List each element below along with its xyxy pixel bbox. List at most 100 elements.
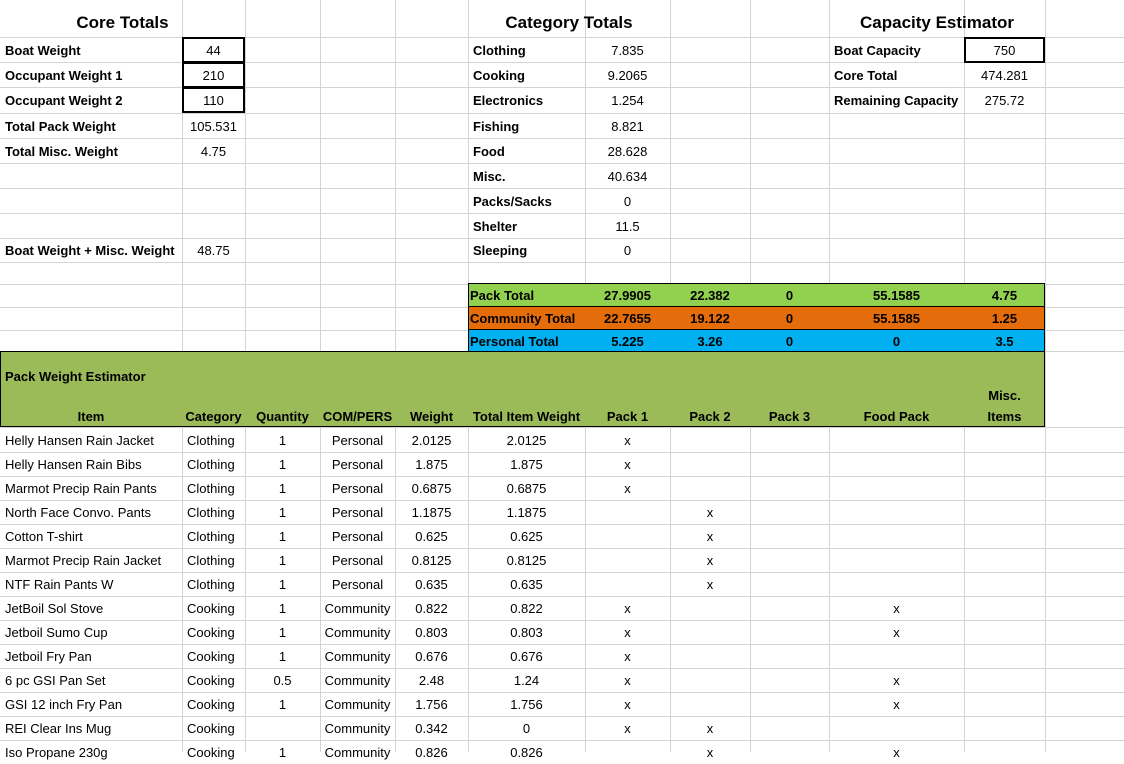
core-total-misc-weight-value[interactable]: 4.75 [182, 139, 245, 164]
capacity-core-total-value[interactable]: 474.281 [964, 63, 1045, 88]
cell-p3[interactable] [750, 620, 829, 644]
cell-qty[interactable]: 1 [245, 692, 320, 716]
cell-food[interactable] [829, 476, 964, 500]
cell-weight[interactable]: 2.48 [395, 668, 468, 692]
cell-misc[interactable] [964, 596, 1045, 620]
cell-food[interactable]: x [829, 668, 964, 692]
cell-qty[interactable]: 1 [245, 524, 320, 548]
cell-total[interactable]: 1.24 [468, 668, 585, 692]
cell-item[interactable]: Helly Hansen Rain Jacket [0, 428, 187, 452]
cell-category[interactable]: Cooking [182, 668, 250, 692]
cell-food[interactable] [829, 644, 964, 668]
cell-misc[interactable] [964, 716, 1045, 740]
cell-qty[interactable]: 1 [245, 572, 320, 596]
cell-qty[interactable]: 1 [245, 476, 320, 500]
cell-compers[interactable]: Personal [320, 572, 395, 596]
cell-food[interactable] [829, 428, 964, 452]
category-packs-sacks-value[interactable]: 0 [585, 189, 670, 214]
cell-misc[interactable] [964, 524, 1045, 548]
cell-total[interactable]: 1.875 [468, 452, 585, 476]
cell-misc[interactable] [964, 428, 1045, 452]
cell-total[interactable]: 0 [468, 716, 585, 740]
cell-misc[interactable] [964, 476, 1045, 500]
cell-p1[interactable]: x [585, 428, 670, 452]
cell-total[interactable]: 0.6875 [468, 476, 585, 500]
column-header[interactable]: Pack 2 [670, 406, 750, 426]
column-header[interactable]: Weight [395, 406, 468, 426]
cell-misc[interactable] [964, 572, 1045, 596]
cell-p2[interactable] [670, 644, 750, 668]
cell-p2[interactable] [670, 596, 750, 620]
cell-food[interactable] [829, 548, 964, 572]
cell-qty[interactable]: 1 [245, 644, 320, 668]
cell-item[interactable]: JetBoil Sol Stove [0, 596, 187, 620]
cell-category[interactable]: Clothing [182, 572, 250, 596]
cell-weight[interactable]: 0.8125 [395, 548, 468, 572]
cell-weight[interactable]: 0.625 [395, 524, 468, 548]
cell-p2[interactable] [670, 668, 750, 692]
cell-p1[interactable]: x [585, 620, 670, 644]
cell-category[interactable]: Cooking [182, 740, 250, 764]
cell-total[interactable]: 1.756 [468, 692, 585, 716]
cell-weight[interactable]: 1.756 [395, 692, 468, 716]
cell-p2[interactable] [670, 452, 750, 476]
cell-item[interactable]: NTF Rain Pants W [0, 572, 187, 596]
cell-compers[interactable]: Community [320, 596, 395, 620]
category-cooking-value[interactable]: 9.2065 [585, 63, 670, 88]
cell-misc[interactable] [964, 620, 1045, 644]
cell-weight[interactable]: 0.342 [395, 716, 468, 740]
cell-weight[interactable]: 0.635 [395, 572, 468, 596]
cell-category[interactable]: Cooking [182, 716, 250, 740]
cell-food[interactable] [829, 500, 964, 524]
cell-p1[interactable] [585, 740, 670, 764]
cell-weight[interactable]: 1.875 [395, 452, 468, 476]
category-food-value[interactable]: 28.628 [585, 139, 670, 164]
cell-total[interactable]: 0.803 [468, 620, 585, 644]
cell-p3[interactable] [750, 692, 829, 716]
cell-p1[interactable]: x [585, 692, 670, 716]
cell-total[interactable]: 2.0125 [468, 428, 585, 452]
category-sleeping-value[interactable]: 0 [585, 238, 670, 263]
cell-item[interactable]: Cotton T-shirt [0, 524, 187, 548]
cell-p2[interactable]: x [670, 572, 750, 596]
cell-compers[interactable]: Personal [320, 500, 395, 524]
cell-item[interactable]: Jetboil Fry Pan [0, 644, 187, 668]
cell-compers[interactable]: Community [320, 692, 395, 716]
cell-total[interactable]: 0.826 [468, 740, 585, 764]
cell-compers[interactable]: Personal [320, 476, 395, 500]
category-misc-value[interactable]: 40.634 [585, 164, 670, 189]
core-total-pack-weight-value[interactable]: 105.531 [182, 114, 245, 139]
cell-p1[interactable] [585, 548, 670, 572]
cell-p3[interactable] [750, 596, 829, 620]
category-electronics-value[interactable]: 1.254 [585, 88, 670, 113]
cell-category[interactable]: Clothing [182, 428, 250, 452]
cell-compers[interactable]: Community [320, 620, 395, 644]
cell-total[interactable]: 0.625 [468, 524, 585, 548]
column-header[interactable]: Quantity [245, 406, 320, 426]
capacity-remaining-value[interactable]: 275.72 [964, 88, 1045, 113]
cell-weight[interactable]: 2.0125 [395, 428, 468, 452]
cell-p2[interactable]: x [670, 716, 750, 740]
column-header[interactable]: Category [182, 406, 245, 426]
cell-p3[interactable] [750, 500, 829, 524]
cell-p2[interactable]: x [670, 524, 750, 548]
cell-category[interactable]: Cooking [182, 692, 250, 716]
cell-item[interactable]: Marmot Precip Rain Pants [0, 476, 187, 500]
cell-food[interactable] [829, 572, 964, 596]
cell-qty[interactable]: 1 [245, 428, 320, 452]
core-occupant-weight-2-value[interactable]: 110 [182, 88, 245, 113]
cell-qty[interactable]: 1 [245, 500, 320, 524]
cell-p2[interactable] [670, 476, 750, 500]
cell-qty[interactable]: 1 [245, 596, 320, 620]
cell-item[interactable]: Jetboil Sumo Cup [0, 620, 187, 644]
cell-category[interactable]: Clothing [182, 452, 250, 476]
cell-compers[interactable]: Community [320, 740, 395, 764]
cell-food[interactable]: x [829, 692, 964, 716]
cell-misc[interactable] [964, 452, 1045, 476]
cell-p1[interactable]: x [585, 476, 670, 500]
cell-misc[interactable] [964, 548, 1045, 572]
cell-misc[interactable] [964, 740, 1045, 764]
cell-total[interactable]: 0.822 [468, 596, 585, 620]
cell-food[interactable]: x [829, 620, 964, 644]
cell-weight[interactable]: 1.1875 [395, 500, 468, 524]
